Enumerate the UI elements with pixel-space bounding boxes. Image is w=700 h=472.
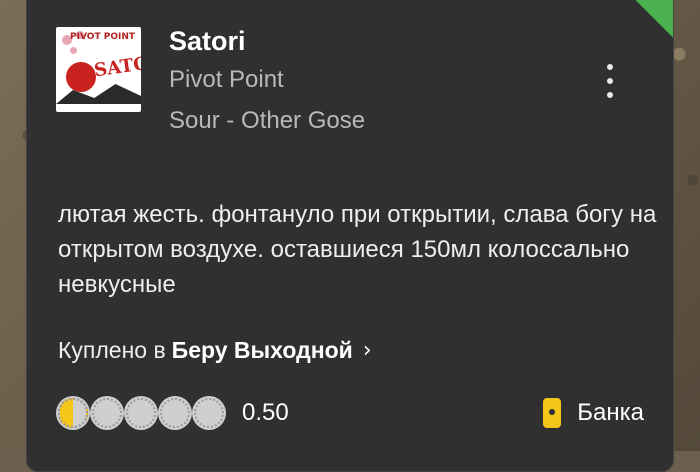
beer-label-image[interactable]: PIVOT POINT SATORI	[56, 27, 141, 112]
dot-icon	[607, 64, 613, 70]
bottle-cap-icon	[126, 398, 156, 428]
label-brand: PIVOT POINT	[70, 32, 135, 42]
rating-caps: 0.50	[58, 398, 289, 428]
serving-label: Банка	[577, 399, 644, 426]
beer-style: Sour - Other Gose	[169, 107, 366, 134]
bottle-cap-icon	[160, 398, 190, 428]
serving-type: Банка	[543, 398, 644, 428]
bottle-cap-icon	[58, 398, 88, 428]
blossom-decoration	[70, 47, 77, 54]
purchase-location[interactable]: Куплено в Беру Выходной ›	[58, 337, 372, 364]
bottle-cap-icon	[92, 398, 122, 428]
brewery-name[interactable]: Pivot Point	[169, 66, 284, 94]
beer-name[interactable]: Satori	[169, 26, 246, 57]
purchase-prefix: Куплено в	[58, 337, 166, 363]
review-text: лютая жесть. фонтануло при открытии, сла…	[58, 201, 657, 298]
chevron-right-icon: ›	[362, 338, 372, 363]
rating-value: 0.50	[242, 399, 289, 426]
label-sun	[66, 62, 96, 92]
venue-name[interactable]: Беру Выходной	[172, 337, 353, 364]
checkmark-icon: ✓	[646, 0, 663, 5]
can-icon	[543, 398, 562, 428]
more-options-button[interactable]	[604, 64, 616, 98]
bottle-cap-icon	[194, 398, 224, 428]
dot-icon	[607, 78, 613, 84]
dot-icon	[607, 92, 613, 98]
label-mountain	[56, 84, 141, 104]
label-logo: SATORI	[92, 49, 141, 82]
verified-badge	[616, 0, 673, 38]
